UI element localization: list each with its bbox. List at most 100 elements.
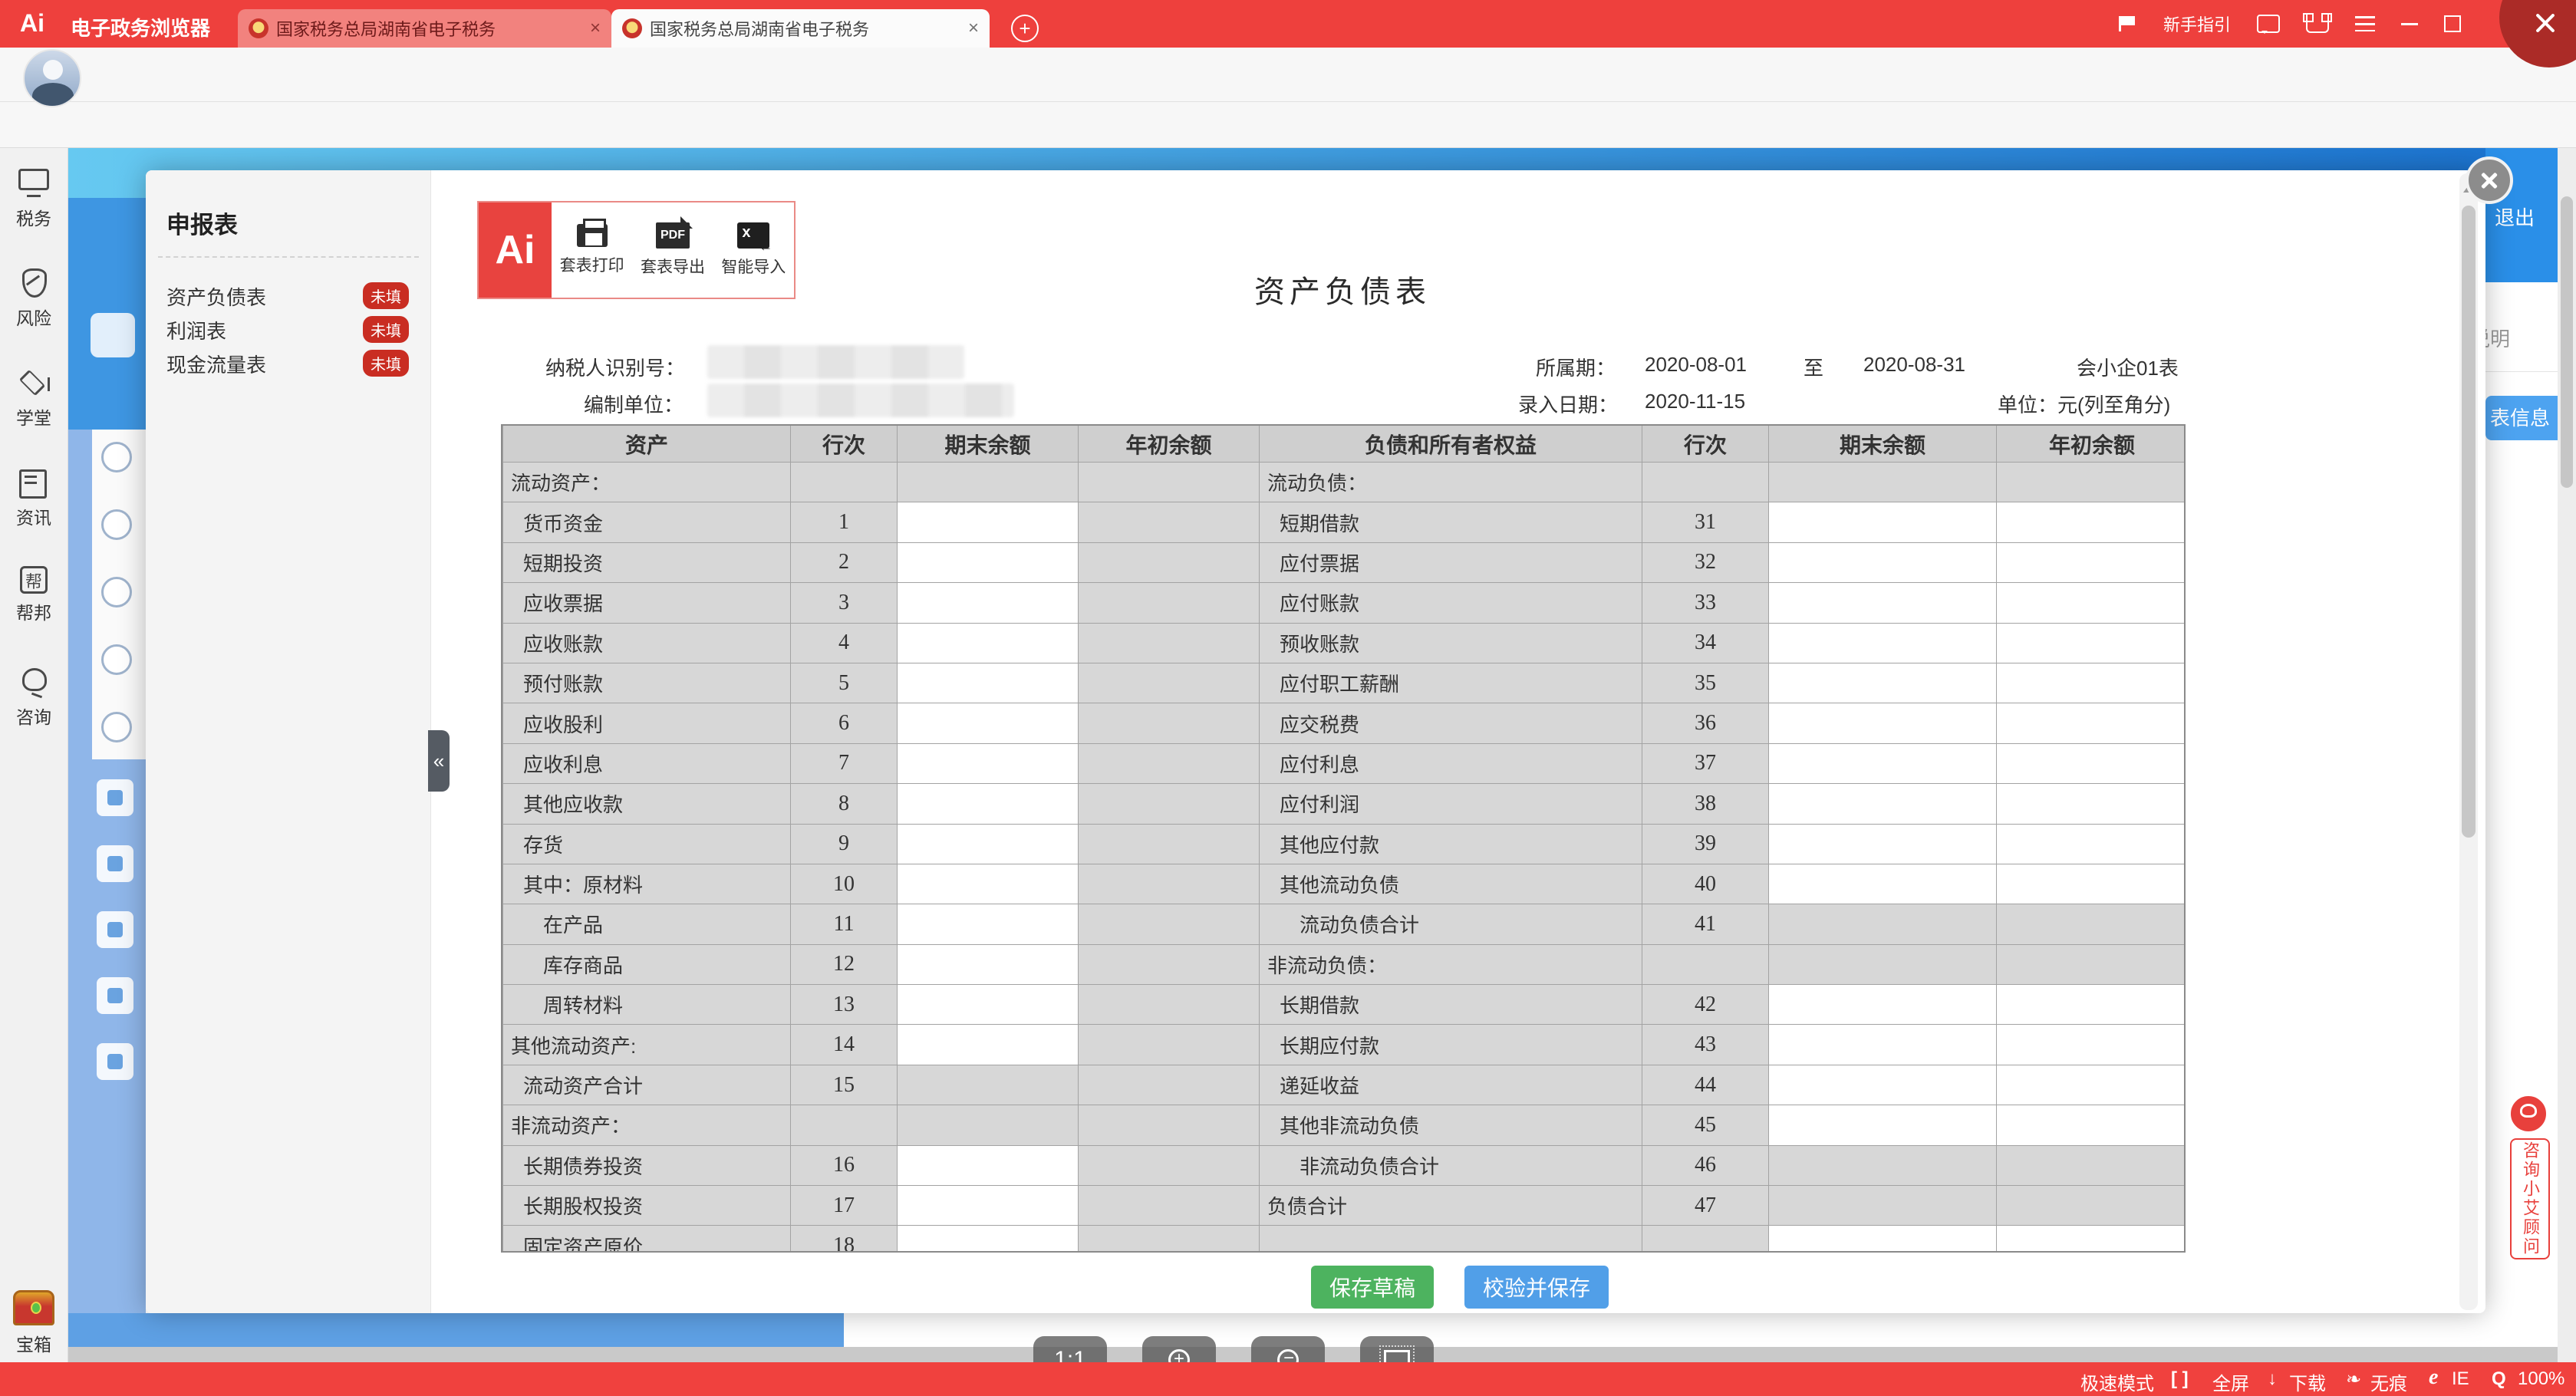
amount-cell-ending[interactable] xyxy=(897,984,1078,1024)
amount-cell-beginning[interactable] xyxy=(1996,984,2186,1024)
new-tab-button[interactable]: + xyxy=(1011,15,1039,42)
sidebar-item-consult[interactable]: 咨询 xyxy=(0,666,68,729)
amount-cell-beginning[interactable] xyxy=(1996,1105,2186,1144)
download-label[interactable]: 下载 xyxy=(2289,1368,2326,1395)
sidebar-item-news[interactable]: 资讯 xyxy=(0,466,68,529)
amount-cell-ending[interactable] xyxy=(1768,1105,1996,1144)
speed-mode-label[interactable]: 极速模式 xyxy=(2080,1368,2154,1395)
amount-cell-ending[interactable] xyxy=(897,663,1078,703)
amount-cell-beginning[interactable] xyxy=(1996,1065,2186,1105)
browser-statusbar: 极速模式 [ ] 全屏 ↓ 下载 ❧ 无痕 e IE Q 100% xyxy=(0,1362,2576,1396)
form-name[interactable]: 利润表 xyxy=(166,316,226,344)
amount-cell-ending[interactable] xyxy=(1768,582,1996,622)
amount-cell-beginning[interactable] xyxy=(1996,824,2186,864)
amount-cell-beginning[interactable] xyxy=(1996,542,2186,582)
form-name[interactable]: 资产负债表 xyxy=(166,282,266,311)
declaration-form-item[interactable]: 利润表 未填 xyxy=(146,310,431,344)
amount-cell-ending[interactable] xyxy=(1768,824,1996,864)
row-label: 应付利息 xyxy=(1259,743,1642,783)
amount-cell-beginning[interactable] xyxy=(1996,502,2186,542)
amount-cell-ending[interactable] xyxy=(1768,984,1996,1024)
declaration-form-item[interactable]: 现金流量表 未填 xyxy=(146,344,431,377)
amount-cell-ending[interactable] xyxy=(1768,743,1996,783)
exit-button[interactable]: 退出 xyxy=(2495,202,2535,231)
sidebar-item-help[interactable]: 帮 帮邦 xyxy=(0,566,68,624)
amount-cell-ending[interactable] xyxy=(897,1145,1078,1185)
amount-cell-beginning[interactable] xyxy=(1996,582,2186,622)
theme-icon[interactable] xyxy=(2306,15,2329,33)
amount-cell-ending[interactable] xyxy=(1768,1225,1996,1253)
tab-close-icon[interactable]: × xyxy=(968,18,979,39)
amount-cell-beginning[interactable] xyxy=(1996,703,2186,742)
sidebar-item-risk[interactable]: 风险 xyxy=(0,267,68,330)
amount-cell-beginning[interactable] xyxy=(1996,623,2186,663)
download-icon[interactable]: ↓ xyxy=(2268,1368,2277,1390)
amount-cell-ending[interactable] xyxy=(1768,502,1996,542)
zoom-level[interactable]: 100% xyxy=(2518,1368,2564,1390)
amount-cell-ending[interactable] xyxy=(897,944,1078,984)
feedback-icon[interactable] xyxy=(2257,15,2280,33)
sidebar-item-treasure[interactable]: 宝箱 xyxy=(0,1290,68,1356)
amount-cell-ending[interactable] xyxy=(897,703,1078,742)
minimize-icon[interactable] xyxy=(2401,23,2418,25)
amount-cell-ending[interactable] xyxy=(1768,542,1996,582)
fullscreen-icon[interactable]: [ ] xyxy=(2171,1368,2189,1390)
ie-label[interactable]: IE xyxy=(2452,1368,2469,1390)
amount-cell-beginning[interactable] xyxy=(1996,1225,2186,1253)
amount-cell-ending[interactable] xyxy=(897,864,1078,904)
amount-cell-ending[interactable] xyxy=(897,502,1078,542)
browser-tab-inactive[interactable]: 国家税务总局湖南省电子税务 × xyxy=(238,9,611,48)
amount-cell-ending[interactable] xyxy=(897,1024,1078,1064)
smart-import-button[interactable]: 智能导入 xyxy=(713,202,794,298)
amount-cell-beginning[interactable] xyxy=(1996,663,2186,703)
tab-close-icon[interactable]: × xyxy=(590,18,601,39)
form-name[interactable]: 现金流量表 xyxy=(166,350,266,378)
guide-label[interactable]: 新手指引 xyxy=(2163,12,2231,36)
sidebar-item-taxes[interactable]: 税务 xyxy=(0,167,68,230)
page-scrollbar-thumb[interactable] xyxy=(2561,196,2573,488)
amount-cell-ending[interactable] xyxy=(897,904,1078,943)
browser-tab-active[interactable]: 国家税务总局湖南省电子税务 × xyxy=(611,9,990,48)
amount-cell-ending[interactable] xyxy=(1768,864,1996,904)
amount-cell-ending[interactable] xyxy=(897,783,1078,823)
amount-cell-beginning[interactable] xyxy=(1996,743,2186,783)
report-info-button[interactable]: 表信息 xyxy=(2485,396,2558,440)
window-close-icon[interactable] xyxy=(2528,6,2562,40)
fullscreen-label[interactable]: 全屏 xyxy=(2212,1368,2249,1395)
amount-cell-ending[interactable] xyxy=(1768,623,1996,663)
incognito-icon[interactable]: ❧ xyxy=(2346,1368,2361,1391)
zoom-magnifier-icon[interactable]: Q xyxy=(2492,1368,2506,1390)
amount-cell-ending[interactable] xyxy=(1768,663,1996,703)
amount-cell-beginning[interactable] xyxy=(1996,783,2186,823)
dialog-close-icon[interactable] xyxy=(2466,156,2513,204)
amount-cell-ending[interactable] xyxy=(897,743,1078,783)
ie-icon[interactable]: e xyxy=(2429,1365,2438,1390)
amount-cell-ending[interactable] xyxy=(1768,1024,1996,1064)
amount-cell-ending[interactable] xyxy=(897,1185,1078,1225)
save-draft-button[interactable]: 保存草稿 xyxy=(1311,1266,1434,1309)
restore-icon[interactable] xyxy=(2444,15,2461,32)
verify-and-save-button[interactable]: 校验并保存 xyxy=(1464,1266,1609,1309)
consult-assistant-icon[interactable] xyxy=(2508,1094,2548,1134)
sidebar-item-school[interactable]: 学堂 xyxy=(0,367,68,430)
guide-flag-icon[interactable] xyxy=(2119,16,2137,31)
amount-cell-ending[interactable] xyxy=(897,582,1078,622)
amount-cell-ending[interactable] xyxy=(1768,1065,1996,1105)
amount-cell-ending[interactable] xyxy=(897,1225,1078,1253)
amount-cell-ending[interactable] xyxy=(1768,703,1996,742)
amount-cell-ending[interactable] xyxy=(897,623,1078,663)
dialog-scrollbar-thumb[interactable] xyxy=(2462,206,2476,838)
menu-icon[interactable] xyxy=(2355,16,2375,31)
export-pdf-button[interactable]: 套表导出 xyxy=(632,202,713,298)
declaration-form-item[interactable]: 资产负债表 未填 xyxy=(146,276,431,310)
amount-cell-ending[interactable] xyxy=(1768,783,1996,823)
amount-cell-beginning[interactable] xyxy=(1996,864,2186,904)
amount-cell-beginning[interactable] xyxy=(1996,1024,2186,1064)
print-all-button[interactable]: 套表打印 xyxy=(552,202,632,298)
incognito-label[interactable]: 无痕 xyxy=(2370,1368,2407,1395)
amount-cell-ending[interactable] xyxy=(897,824,1078,864)
amount-cell-ending[interactable] xyxy=(897,542,1078,582)
profile-avatar[interactable] xyxy=(23,49,81,107)
panel-collapse-handle[interactable]: « xyxy=(428,730,450,792)
consult-assistant-badge[interactable]: 咨询小艾顾问 xyxy=(2510,1138,2550,1259)
